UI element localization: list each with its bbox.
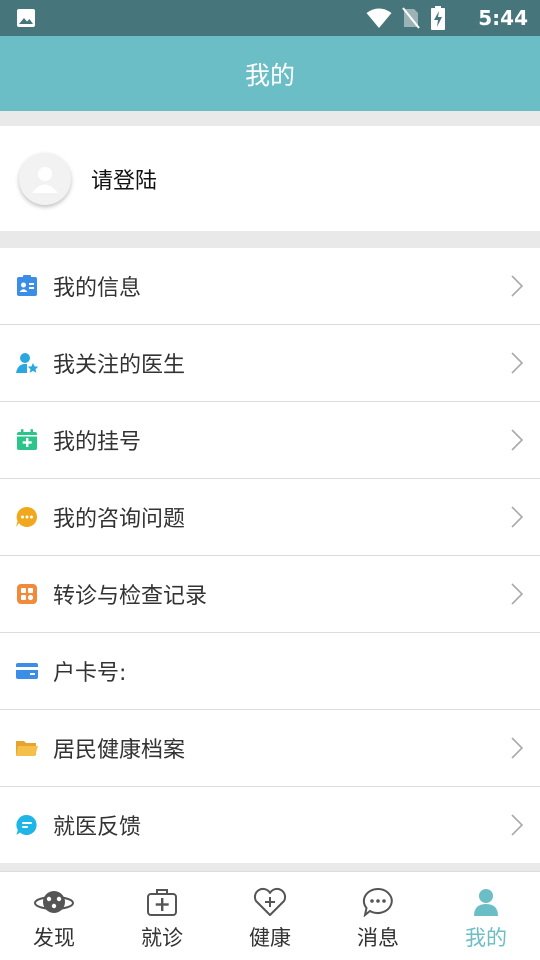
id-card-icon <box>17 275 37 296</box>
login-prompt[interactable]: 请登陆 <box>91 163 157 195</box>
message-icon <box>362 887 393 917</box>
chevron-right-icon <box>511 583 524 605</box>
chat-bubble-icon <box>16 506 37 527</box>
menu-item-label: 转诊与检查记录 <box>53 584 208 609</box>
tab-label: 我的 <box>465 926 507 950</box>
card-icon <box>16 663 38 679</box>
tab-visit[interactable]: 就诊 <box>108 872 216 960</box>
default-avatar-icon <box>32 166 58 193</box>
tab-label: 发现 <box>33 926 75 950</box>
chevron-right-icon <box>511 814 524 836</box>
menu-item-my-consultations[interactable]: 我的咨询问题 <box>0 479 540 556</box>
chevron-right-icon <box>511 275 524 297</box>
chevron-right-icon <box>511 429 524 451</box>
menu-item-followed-doctors[interactable]: 我关注的医生 <box>0 325 540 402</box>
menu-item-card-number: 户卡号: <box>0 633 540 710</box>
tab-health[interactable]: 健康 <box>216 872 324 960</box>
page-title: 我的 <box>244 60 295 90</box>
no-sim-icon <box>402 7 420 29</box>
app-header: 我的 <box>0 36 540 111</box>
tab-mine[interactable]: 我的 <box>432 872 540 960</box>
chevron-right-icon <box>511 506 524 528</box>
doctor-star-icon <box>16 353 39 373</box>
menu-item-label: 我的咨询问题 <box>53 507 186 532</box>
wifi-icon <box>366 8 392 28</box>
menu-item-health-records[interactable]: 居民健康档案 <box>0 710 540 787</box>
planet-icon <box>34 891 74 913</box>
profile-login-row[interactable]: 请登陆 <box>0 126 540 231</box>
feedback-icon <box>16 814 37 835</box>
menu-item-my-info[interactable]: 我的信息 <box>0 248 540 325</box>
menu-item-label: 我关注的医生 <box>53 353 186 378</box>
menu-item-label: 就医反馈 <box>53 815 142 840</box>
battery-charging-icon <box>431 6 445 30</box>
menu-item-label: 我的挂号 <box>53 430 142 455</box>
status-bar: 5:44 <box>0 0 540 36</box>
medical-kit-icon <box>147 889 177 916</box>
menu-item-label: 户卡号: <box>53 661 127 686</box>
tab-label: 就诊 <box>141 926 183 950</box>
folder-icon <box>16 741 38 756</box>
gallery-notification-icon <box>17 9 35 27</box>
menu-item-my-registrations[interactable]: 我的挂号 <box>0 402 540 479</box>
tab-label: 消息 <box>357 926 399 950</box>
tab-messages[interactable]: 消息 <box>324 872 432 960</box>
menu-item-label: 居民健康档案 <box>53 738 186 763</box>
system-icons <box>366 6 446 30</box>
chevron-right-icon <box>511 352 524 374</box>
records-icon <box>17 584 37 604</box>
chevron-right-icon <box>511 737 524 759</box>
menu-item-label: 我的信息 <box>53 276 142 301</box>
tab-label: 健康 <box>249 926 291 950</box>
tab-discover[interactable]: 发现 <box>0 872 108 960</box>
calendar-plus-icon <box>17 429 37 450</box>
person-icon <box>474 889 498 916</box>
menu-item-referral-records[interactable]: 转诊与检查记录 <box>0 556 540 633</box>
menu-list: 我的信息 我关注的医生 我的挂号 我的咨询问题 转诊与检查记录 户卡号: 居民健… <box>0 248 540 863</box>
clock: 5:44 <box>478 6 528 30</box>
avatar[interactable] <box>19 152 71 205</box>
bottom-tab-bar: 发现 就诊 健康 消息 我的 <box>0 871 540 960</box>
heart-plus-icon <box>253 887 287 916</box>
menu-item-feedback[interactable]: 就医反馈 <box>0 787 540 863</box>
